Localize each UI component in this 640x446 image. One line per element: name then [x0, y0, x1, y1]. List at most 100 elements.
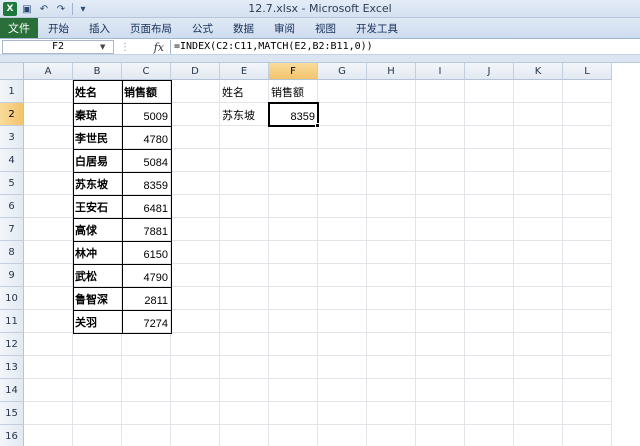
- cell-E4[interactable]: [220, 149, 269, 172]
- cell-J16[interactable]: [465, 425, 514, 446]
- cell-J10[interactable]: [465, 287, 514, 310]
- cell-H1[interactable]: [367, 80, 416, 103]
- column-header-f[interactable]: F: [269, 63, 318, 80]
- cell-J14[interactable]: [465, 379, 514, 402]
- cell-G12[interactable]: [318, 333, 367, 356]
- tab-data[interactable]: 数据: [223, 18, 264, 38]
- cell-D12[interactable]: [171, 333, 220, 356]
- cell-B3[interactable]: 李世民: [73, 126, 122, 149]
- cell-L11[interactable]: [563, 310, 612, 333]
- cell-F9[interactable]: [269, 264, 318, 287]
- tab-page-layout[interactable]: 页面布局: [120, 18, 182, 38]
- cell-F1[interactable]: 销售额: [269, 80, 318, 103]
- cell-D15[interactable]: [171, 402, 220, 425]
- cell-L8[interactable]: [563, 241, 612, 264]
- cell-E1[interactable]: 姓名: [220, 80, 269, 103]
- cell-B12[interactable]: [73, 333, 122, 356]
- cell-G10[interactable]: [318, 287, 367, 310]
- row-header-10[interactable]: 10: [0, 287, 24, 310]
- cell-H12[interactable]: [367, 333, 416, 356]
- cell-A10[interactable]: [24, 287, 73, 310]
- cell-J4[interactable]: [465, 149, 514, 172]
- cell-B14[interactable]: [73, 379, 122, 402]
- column-header-l[interactable]: L: [563, 63, 612, 80]
- cell-I14[interactable]: [416, 379, 465, 402]
- column-header-k[interactable]: K: [514, 63, 563, 80]
- tab-developer[interactable]: 开发工具: [346, 18, 408, 38]
- cell-J12[interactable]: [465, 333, 514, 356]
- cell-K2[interactable]: [514, 103, 563, 126]
- cell-G5[interactable]: [318, 172, 367, 195]
- cell-E6[interactable]: [220, 195, 269, 218]
- cell-L1[interactable]: [563, 80, 612, 103]
- cell-H14[interactable]: [367, 379, 416, 402]
- cell-B2[interactable]: 秦琼: [73, 103, 122, 126]
- cell-G6[interactable]: [318, 195, 367, 218]
- cell-C2[interactable]: 5009: [122, 103, 171, 126]
- row-header-1[interactable]: 1: [0, 80, 24, 103]
- cell-D10[interactable]: [171, 287, 220, 310]
- cell-F15[interactable]: [269, 402, 318, 425]
- cell-C11[interactable]: 7274: [122, 310, 171, 333]
- cell-A16[interactable]: [24, 425, 73, 446]
- cell-F3[interactable]: [269, 126, 318, 149]
- row-header-4[interactable]: 4: [0, 149, 24, 172]
- cell-I12[interactable]: [416, 333, 465, 356]
- cell-G11[interactable]: [318, 310, 367, 333]
- cell-C14[interactable]: [122, 379, 171, 402]
- cell-C7[interactable]: 7881: [122, 218, 171, 241]
- cell-J11[interactable]: [465, 310, 514, 333]
- cell-K1[interactable]: [514, 80, 563, 103]
- cell-B7[interactable]: 高俅: [73, 218, 122, 241]
- cell-C1[interactable]: 销售额: [122, 80, 171, 103]
- cell-C4[interactable]: 5084: [122, 149, 171, 172]
- cell-L16[interactable]: [563, 425, 612, 446]
- cell-J5[interactable]: [465, 172, 514, 195]
- tab-file[interactable]: 文件: [0, 18, 38, 38]
- cell-L7[interactable]: [563, 218, 612, 241]
- cell-G1[interactable]: [318, 80, 367, 103]
- cell-A2[interactable]: [24, 103, 73, 126]
- cell-K16[interactable]: [514, 425, 563, 446]
- cell-D13[interactable]: [171, 356, 220, 379]
- column-header-h[interactable]: H: [367, 63, 416, 80]
- cell-F6[interactable]: [269, 195, 318, 218]
- cell-B4[interactable]: 白居易: [73, 149, 122, 172]
- column-header-g[interactable]: G: [318, 63, 367, 80]
- cell-L2[interactable]: [563, 103, 612, 126]
- cell-K8[interactable]: [514, 241, 563, 264]
- cell-I2[interactable]: [416, 103, 465, 126]
- row-header-2[interactable]: 2: [0, 103, 24, 126]
- cell-I5[interactable]: [416, 172, 465, 195]
- cell-A4[interactable]: [24, 149, 73, 172]
- cell-K4[interactable]: [514, 149, 563, 172]
- cell-C13[interactable]: [122, 356, 171, 379]
- cell-H2[interactable]: [367, 103, 416, 126]
- cell-A5[interactable]: [24, 172, 73, 195]
- cell-J2[interactable]: [465, 103, 514, 126]
- cell-B6[interactable]: 王安石: [73, 195, 122, 218]
- cell-K7[interactable]: [514, 218, 563, 241]
- cell-J3[interactable]: [465, 126, 514, 149]
- cell-A15[interactable]: [24, 402, 73, 425]
- cell-G2[interactable]: [318, 103, 367, 126]
- cell-L13[interactable]: [563, 356, 612, 379]
- cell-F13[interactable]: [269, 356, 318, 379]
- cell-I6[interactable]: [416, 195, 465, 218]
- cell-J13[interactable]: [465, 356, 514, 379]
- cell-H4[interactable]: [367, 149, 416, 172]
- cell-E5[interactable]: [220, 172, 269, 195]
- row-header-3[interactable]: 3: [0, 126, 24, 149]
- cell-I9[interactable]: [416, 264, 465, 287]
- cell-F5[interactable]: [269, 172, 318, 195]
- cell-L14[interactable]: [563, 379, 612, 402]
- cell-K13[interactable]: [514, 356, 563, 379]
- cell-G7[interactable]: [318, 218, 367, 241]
- cell-E8[interactable]: [220, 241, 269, 264]
- cell-H16[interactable]: [367, 425, 416, 446]
- cell-L12[interactable]: [563, 333, 612, 356]
- cell-F14[interactable]: [269, 379, 318, 402]
- cell-C16[interactable]: [122, 425, 171, 446]
- cell-H9[interactable]: [367, 264, 416, 287]
- cell-G16[interactable]: [318, 425, 367, 446]
